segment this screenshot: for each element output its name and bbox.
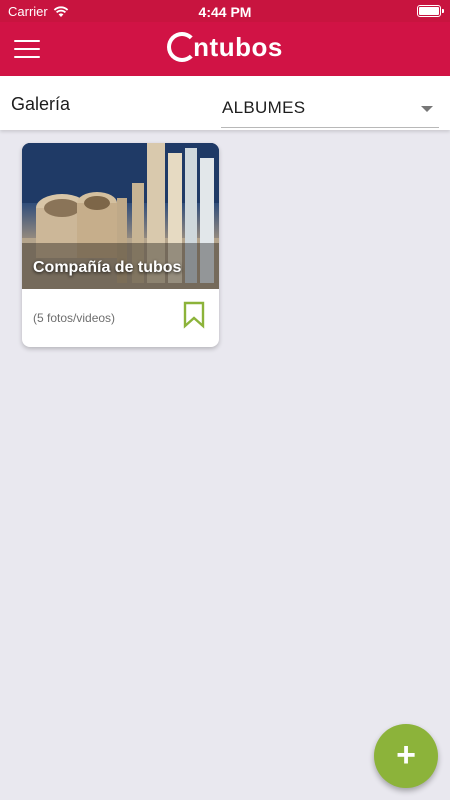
add-album-button[interactable]: + <box>374 724 438 788</box>
album-title: Compañía de tubos <box>33 259 182 276</box>
dropdown-arrow-icon <box>421 106 433 112</box>
app-header: ntubos <box>0 22 450 76</box>
logo-text: ntubos <box>193 32 283 62</box>
bookmark-icon[interactable] <box>182 301 206 329</box>
status-bar: Carrier 4:44 PM <box>0 0 450 22</box>
album-type-dropdown[interactable]: ALBUMES <box>221 92 439 128</box>
album-card[interactable]: Compañía de tubos (5 fotos/videos) <box>22 143 219 347</box>
album-cover-image: Compañía de tubos <box>22 143 219 289</box>
battery-icon <box>417 5 444 17</box>
brand-logo: ntubos <box>0 32 450 63</box>
status-time: 4:44 PM <box>198 4 252 20</box>
album-count: (5 fotos/videos) <box>33 311 116 325</box>
plus-icon: + <box>396 736 416 774</box>
gallery-label: Galería <box>11 94 71 114</box>
filter-bar: Galería ALBUMES <box>0 76 450 130</box>
dropdown-value: ALBUMES <box>222 98 306 117</box>
